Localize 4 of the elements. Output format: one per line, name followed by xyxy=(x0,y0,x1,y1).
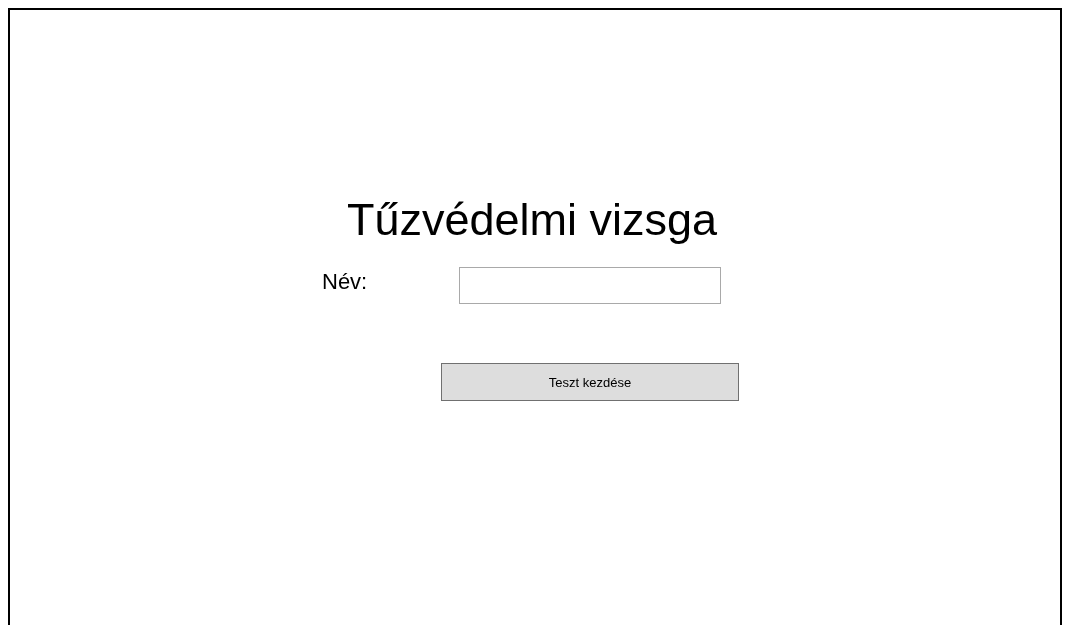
page-title: Tűzvédelmi vizsga xyxy=(347,193,718,247)
name-label: Név: xyxy=(322,268,369,295)
name-input-field[interactable] xyxy=(459,267,721,304)
start-test-button[interactable]: Teszt kezdése xyxy=(441,363,739,401)
